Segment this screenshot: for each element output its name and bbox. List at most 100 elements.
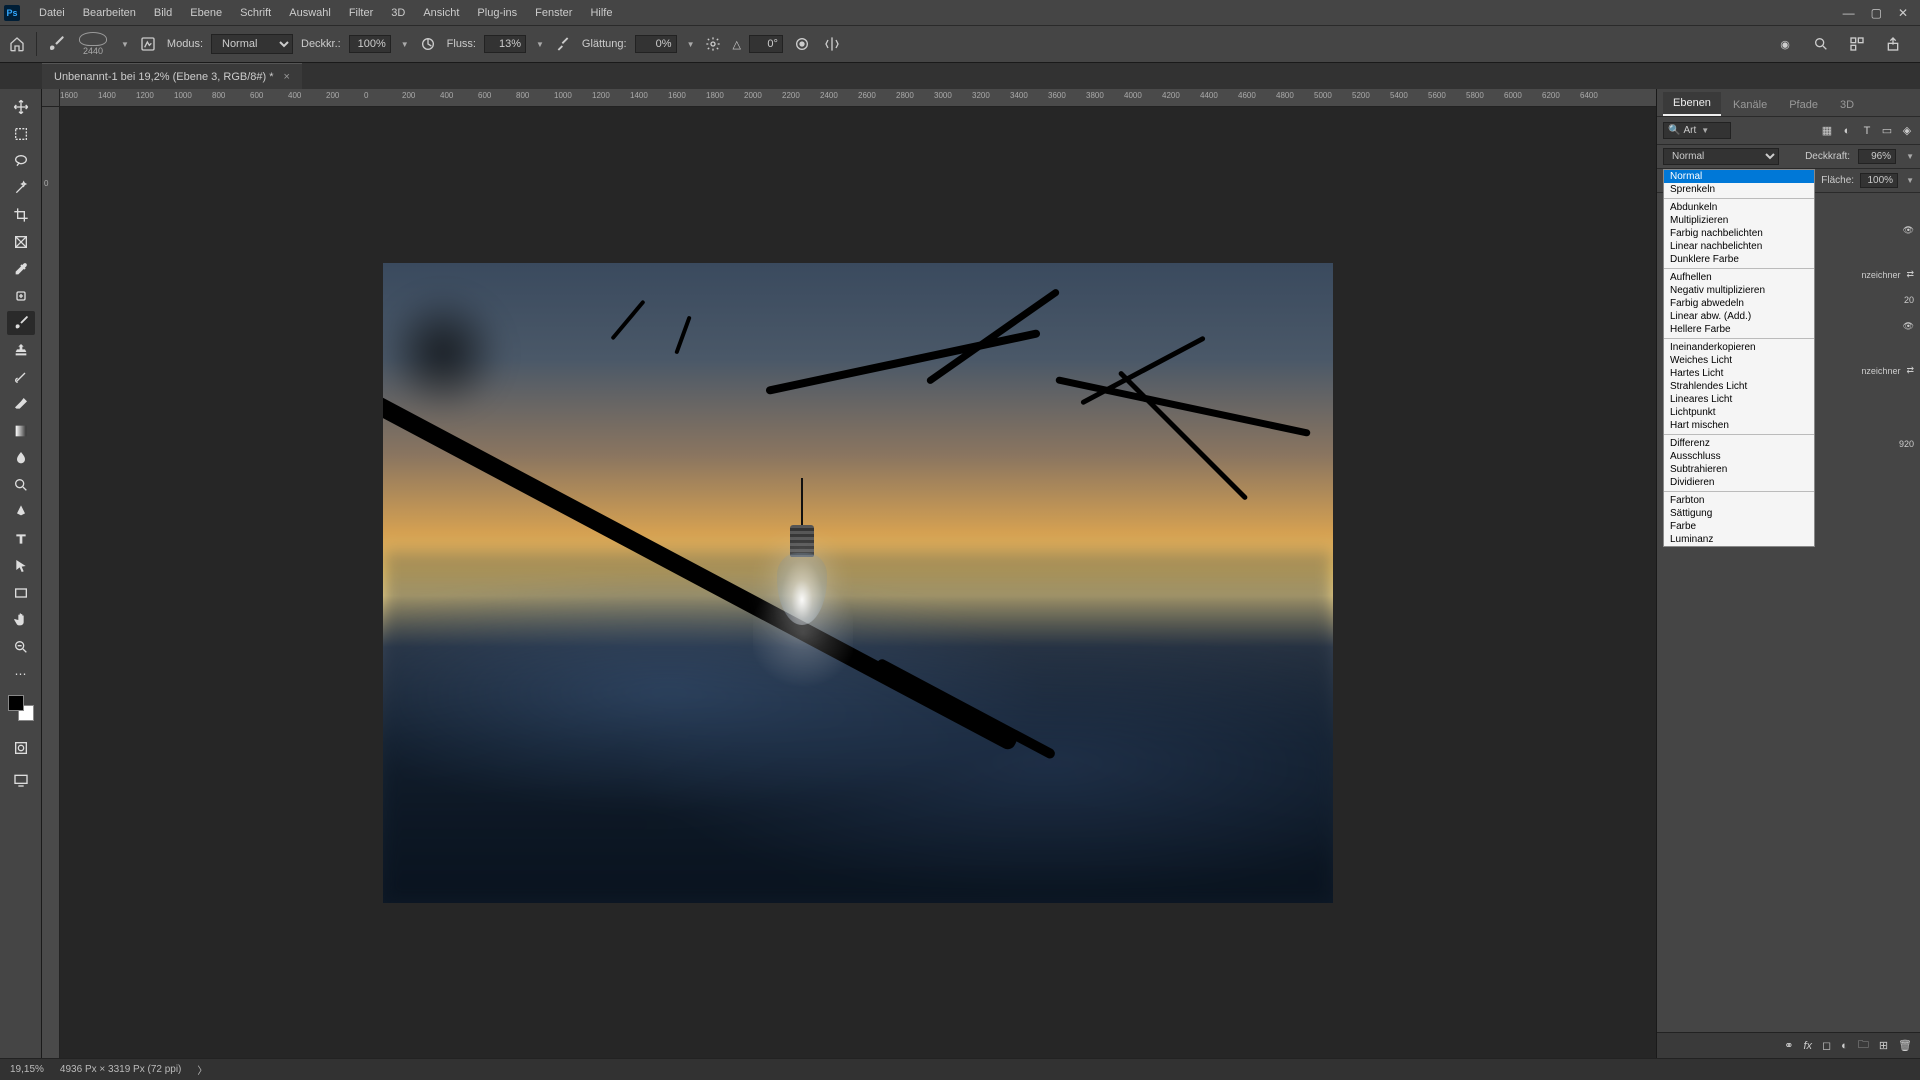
- layer-style-icon[interactable]: fx: [1803, 1040, 1812, 1052]
- blend-mode-option[interactable]: Subtrahieren: [1664, 463, 1814, 476]
- menu-file[interactable]: Datei: [30, 3, 74, 23]
- tab-paths[interactable]: Pfade: [1779, 94, 1828, 116]
- path-selection-tool[interactable]: [7, 554, 35, 578]
- new-layer-icon[interactable]: ⊞: [1879, 1039, 1888, 1052]
- brush-panel-toggle-icon[interactable]: [137, 33, 159, 55]
- blend-mode-option[interactable]: Linear abw. (Add.): [1664, 310, 1814, 323]
- blend-mode-option[interactable]: Luminanz: [1664, 533, 1814, 546]
- blend-mode-option[interactable]: Lineares Licht: [1664, 393, 1814, 406]
- smoothing-options-icon[interactable]: [702, 33, 724, 55]
- menu-select[interactable]: Auswahl: [280, 3, 340, 23]
- zoom-tool[interactable]: [7, 635, 35, 659]
- tab-channels[interactable]: Kanäle: [1723, 94, 1777, 116]
- link-layers-icon[interactable]: ⚭: [1784, 1039, 1793, 1052]
- clone-stamp-tool[interactable]: [7, 338, 35, 362]
- blend-mode-option[interactable]: Strahlendes Licht: [1664, 380, 1814, 393]
- blend-mode-dropdown[interactable]: NormalSprenkelnAbdunkelnMultiplizierenFa…: [1663, 169, 1815, 547]
- document-info[interactable]: 4936 Px × 3319 Px (72 ppi): [60, 1064, 181, 1075]
- color-swatches[interactable]: [8, 695, 34, 721]
- magic-wand-tool[interactable]: [7, 176, 35, 200]
- frame-tool[interactable]: [7, 230, 35, 254]
- close-tab-icon[interactable]: ×: [284, 71, 290, 83]
- blend-mode-option[interactable]: Hart mischen: [1664, 419, 1814, 432]
- quick-mask-icon[interactable]: [7, 736, 35, 760]
- filter-adjustment-icon[interactable]: ◐: [1840, 124, 1854, 138]
- document-canvas[interactable]: [383, 263, 1333, 903]
- blend-mode-option[interactable]: Lichtpunkt: [1664, 406, 1814, 419]
- tab-layers[interactable]: Ebenen: [1663, 92, 1721, 116]
- blend-mode-option[interactable]: Ausschluss: [1664, 450, 1814, 463]
- horizontal-ruler[interactable]: 1600140012001000800600400200020040060080…: [60, 89, 1656, 107]
- workspace-icon[interactable]: [1846, 33, 1868, 55]
- filter-smart-icon[interactable]: ◈: [1900, 124, 1914, 138]
- window-maximize-icon[interactable]: ▢: [1871, 6, 1882, 20]
- menu-layer[interactable]: Ebene: [181, 3, 231, 23]
- type-tool[interactable]: [7, 527, 35, 551]
- blend-mode-select[interactable]: Normal: [211, 34, 293, 54]
- chevron-down-icon[interactable]: ▼: [121, 40, 129, 49]
- chevron-down-icon[interactable]: ▼: [536, 40, 544, 49]
- healing-brush-tool[interactable]: [7, 284, 35, 308]
- angle-input[interactable]: 0°: [749, 35, 783, 53]
- blend-mode-option[interactable]: Farbig nachbelichten: [1664, 227, 1814, 240]
- blend-mode-option[interactable]: Farbig abwedeln: [1664, 297, 1814, 310]
- menu-window[interactable]: Fenster: [526, 3, 581, 23]
- gradient-tool[interactable]: [7, 419, 35, 443]
- filter-type-icon[interactable]: T: [1860, 124, 1874, 138]
- blend-mode-option[interactable]: Sprenkeln: [1664, 183, 1814, 196]
- delete-layer-icon[interactable]: 🗑: [1898, 1039, 1912, 1052]
- menu-view[interactable]: Ansicht: [414, 3, 468, 23]
- layer-fill-input[interactable]: 100%: [1860, 173, 1898, 188]
- menu-plugins[interactable]: Plug-ins: [468, 3, 526, 23]
- vertical-ruler[interactable]: 0: [42, 107, 60, 1058]
- menu-help[interactable]: Hilfe: [581, 3, 621, 23]
- blend-mode-option[interactable]: Weiches Licht: [1664, 354, 1814, 367]
- blend-mode-option[interactable]: Multiplizieren: [1664, 214, 1814, 227]
- chevron-down-icon[interactable]: ▼: [1906, 152, 1914, 161]
- blend-mode-option[interactable]: Sättigung: [1664, 507, 1814, 520]
- layer-visibility-toggle[interactable]: 👁: [1903, 321, 1914, 332]
- tab-3d[interactable]: 3D: [1830, 94, 1864, 116]
- filter-pixel-icon[interactable]: ▦: [1820, 124, 1834, 138]
- hand-tool[interactable]: [7, 608, 35, 632]
- pen-tool[interactable]: [7, 500, 35, 524]
- layer-blend-mode-select[interactable]: Normal: [1663, 148, 1779, 165]
- menu-type[interactable]: Schrift: [231, 3, 280, 23]
- chevron-down-icon[interactable]: ▼: [687, 40, 695, 49]
- airbrush-icon[interactable]: [552, 33, 574, 55]
- chevron-down-icon[interactable]: ▼: [401, 40, 409, 49]
- brush-tool-icon[interactable]: [45, 33, 67, 55]
- adjustment-layer-icon[interactable]: ◐: [1841, 1040, 1848, 1052]
- blend-mode-option[interactable]: Aufhellen: [1664, 271, 1814, 284]
- document-tab[interactable]: Unbenannt-1 bei 19,2% (Ebene 3, RGB/8#) …: [42, 63, 302, 89]
- opacity-input[interactable]: 100%: [349, 35, 391, 53]
- search-icon[interactable]: [1810, 33, 1832, 55]
- layer-opacity-input[interactable]: 96%: [1858, 149, 1896, 164]
- blend-mode-option[interactable]: Hartes Licht: [1664, 367, 1814, 380]
- chevron-down-icon[interactable]: ▼: [1906, 176, 1914, 185]
- eyedropper-tool[interactable]: [7, 257, 35, 281]
- menu-3d[interactable]: 3D: [382, 3, 414, 23]
- layer-mask-icon[interactable]: ◻: [1822, 1039, 1831, 1052]
- share-icon[interactable]: [1882, 33, 1904, 55]
- blend-mode-option[interactable]: Negativ multiplizieren: [1664, 284, 1814, 297]
- brush-tool[interactable]: [7, 311, 35, 335]
- menu-image[interactable]: Bild: [145, 3, 181, 23]
- eraser-tool[interactable]: [7, 392, 35, 416]
- dodge-tool[interactable]: [7, 473, 35, 497]
- blur-tool[interactable]: [7, 446, 35, 470]
- blend-mode-option[interactable]: Abdunkeln: [1664, 201, 1814, 214]
- filter-shape-icon[interactable]: ▭: [1880, 124, 1894, 138]
- rectangle-tool[interactable]: [7, 581, 35, 605]
- home-icon[interactable]: [6, 33, 28, 55]
- layer-filter-type[interactable]: 🔍 Art ▼: [1663, 122, 1731, 139]
- ruler-origin[interactable]: [42, 89, 60, 107]
- cloud-docs-icon[interactable]: ◉: [1774, 33, 1796, 55]
- window-close-icon[interactable]: ✕: [1898, 6, 1908, 20]
- window-minimize-icon[interactable]: —: [1843, 6, 1855, 20]
- blend-mode-option[interactable]: Ineinanderkopieren: [1664, 341, 1814, 354]
- blend-mode-option[interactable]: Normal: [1664, 170, 1814, 183]
- pressure-opacity-icon[interactable]: [417, 33, 439, 55]
- history-brush-tool[interactable]: [7, 365, 35, 389]
- smoothing-input[interactable]: 0%: [635, 35, 677, 53]
